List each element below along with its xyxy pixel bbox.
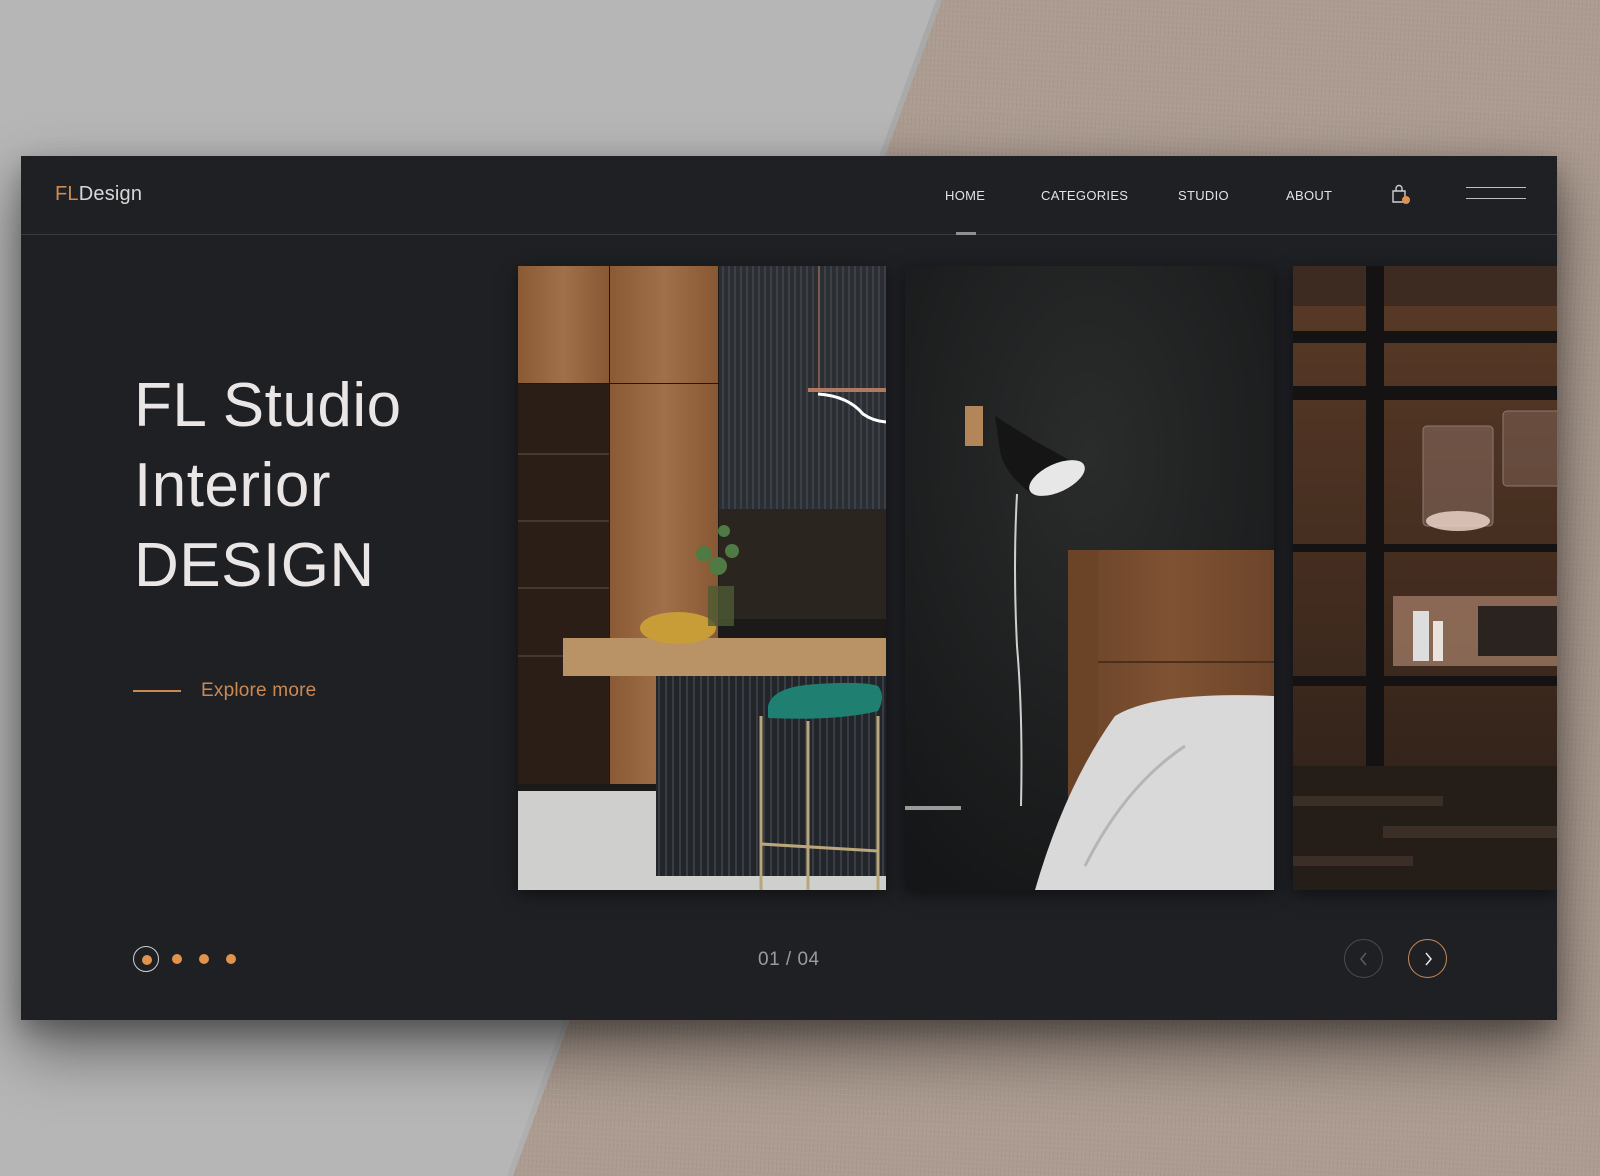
slide-dot-2[interactable] (172, 954, 182, 964)
slide-dot-4[interactable] (226, 954, 236, 964)
slide-dot-1-active[interactable] (133, 946, 159, 972)
hero-title-line-2: Interior (134, 451, 331, 520)
nav-item-studio[interactable]: STUDIO (1178, 188, 1229, 203)
slide-dot-1-fill (142, 955, 152, 965)
next-slide-button[interactable] (1408, 939, 1447, 978)
hero-title-line-3: DESIGN (134, 531, 375, 600)
brand-logo[interactable]: FLDesign (55, 183, 142, 206)
slide-living-room-image[interactable] (1293, 266, 1557, 890)
slide-dot-3[interactable] (199, 954, 209, 964)
logo-prefix: FL (55, 183, 79, 205)
slide-kitchen-image[interactable] (518, 266, 886, 890)
explore-more-label: Explore more (201, 680, 317, 701)
explore-more-link[interactable]: Explore more (133, 680, 316, 702)
hamburger-menu-button[interactable] (1466, 186, 1526, 202)
active-nav-indicator (956, 232, 976, 235)
nav-item-about[interactable]: ABOUT (1286, 188, 1332, 203)
chevron-left-icon (1359, 952, 1367, 965)
menu-line-bottom (1466, 198, 1526, 199)
kitchen-illustration (518, 266, 886, 890)
chevron-right-icon (1424, 952, 1432, 965)
hero-title-line-1: FL Studio (134, 371, 402, 440)
landing-page-card: FLDesign HOME CATEGORIES STUDIO ABOUT FL… (21, 156, 1557, 1020)
cart-badge (1402, 196, 1410, 204)
bedroom-illustration (905, 266, 1274, 890)
nav-item-categories[interactable]: CATEGORIES (1041, 188, 1128, 203)
menu-line-top (1466, 187, 1526, 188)
cart-button[interactable] (1391, 184, 1413, 206)
hero-title: FL Studio Interior DESIGN (134, 366, 402, 606)
living-room-illustration (1293, 266, 1557, 890)
explore-line-decoration (133, 690, 181, 692)
nav-item-home[interactable]: HOME (945, 188, 985, 203)
previous-slide-button[interactable] (1344, 939, 1383, 978)
logo-suffix: Design (78, 183, 143, 205)
top-navigation-bar: FLDesign HOME CATEGORIES STUDIO ABOUT (21, 156, 1557, 235)
slide-counter: 01 / 04 (758, 949, 820, 970)
slide-bedroom-image[interactable] (905, 266, 1274, 890)
